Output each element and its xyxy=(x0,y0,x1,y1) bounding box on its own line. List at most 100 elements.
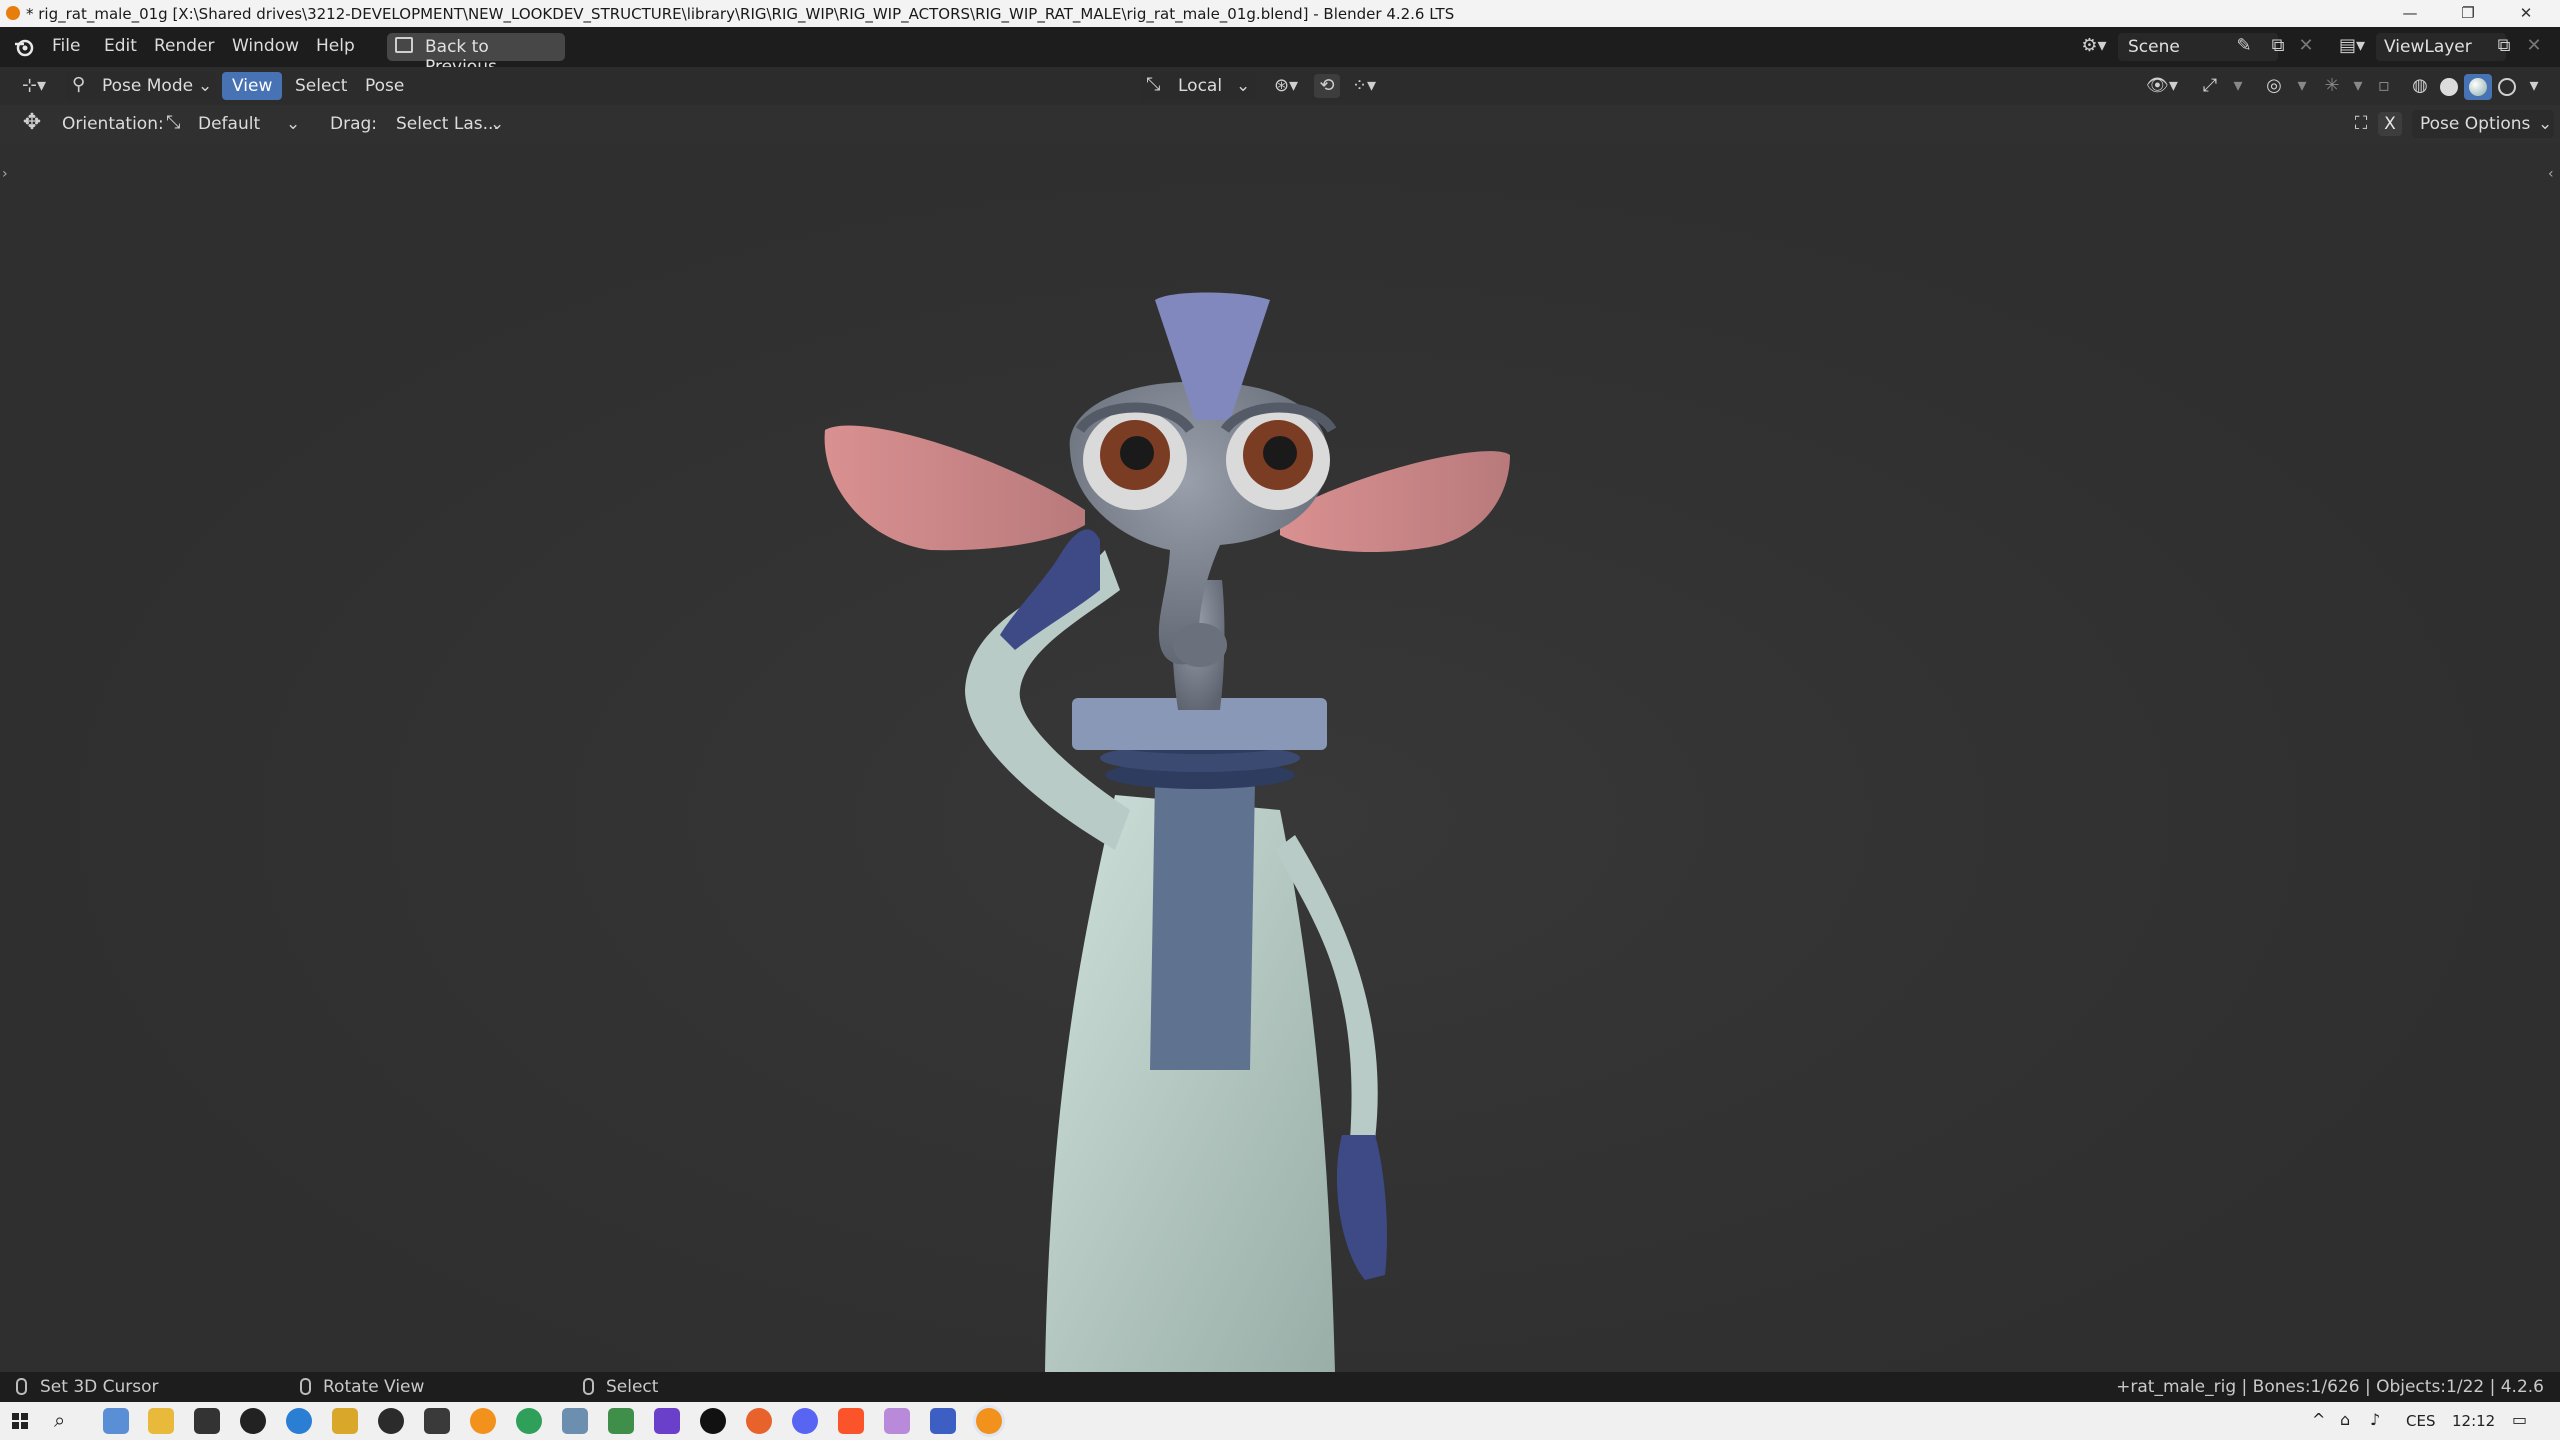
gizmo-dropdown-icon[interactable]: ▾ xyxy=(2226,74,2250,98)
taskbar-app-icon-14[interactable] xyxy=(700,1408,726,1434)
taskbar-app-icon-5[interactable] xyxy=(286,1408,312,1434)
menu-file[interactable]: File xyxy=(52,36,80,56)
pose-mode-icon: ⚲ xyxy=(72,74,86,95)
blender-logo-icon[interactable] xyxy=(14,37,34,57)
viewport-header: ⊹▾ ⚲ Pose Mode ⌄ View Select Pose ⤡ Loca… xyxy=(0,67,2560,105)
taskbar-app-icon-3[interactable] xyxy=(194,1408,220,1434)
tray-chevron-up-icon[interactable]: ^ xyxy=(2312,1410,2325,1429)
wireframe-shading-icon[interactable]: ◍ xyxy=(2406,74,2434,98)
clock[interactable]: 12:12 xyxy=(2452,1412,2495,1430)
drag-dropdown[interactable]: Select Las... ⌄ xyxy=(388,110,508,138)
gizmo-icon[interactable]: ⤢ xyxy=(2196,74,2224,98)
window-title-bar: * rig_rat_male_01g [X:\Shared drives\321… xyxy=(0,0,2560,27)
taskbar-app-icon-4[interactable] xyxy=(240,1408,266,1434)
blender-top-bar: File Edit Render Window Help Back to Pre… xyxy=(0,27,2560,77)
scene-browse-icon[interactable]: ⚙▾ xyxy=(2074,34,2114,58)
scene-label: Scene xyxy=(2128,37,2180,57)
status-set-3d-cursor: Set 3D Cursor xyxy=(40,1377,159,1397)
taskbar-app-icon-10[interactable] xyxy=(516,1408,542,1434)
taskbar-app-icon-11[interactable] xyxy=(562,1408,588,1434)
new-viewlayer-icon[interactable]: ⧉ xyxy=(2492,34,2516,58)
pin-scene-icon[interactable]: ✎ xyxy=(2232,34,2256,58)
xray-toggle-icon[interactable]: ▫ xyxy=(2370,74,2398,98)
viewlayer-label: ViewLayer xyxy=(2384,37,2472,57)
taskbar-app-icon-12[interactable] xyxy=(608,1408,634,1434)
windows-taskbar: ⌕ ^ ⌂ ♪ CES 12:12 ▭ xyxy=(0,1402,2560,1440)
firefox-icon[interactable] xyxy=(746,1408,772,1434)
new-scene-icon[interactable]: ⧉ xyxy=(2266,34,2290,58)
brave-icon[interactable] xyxy=(838,1408,864,1434)
taskbar-app-icon-1[interactable] xyxy=(103,1408,129,1434)
status-rotate-view: Rotate View xyxy=(323,1377,425,1397)
volume-icon[interactable]: ♪ xyxy=(2370,1410,2380,1429)
input-language[interactable]: CES xyxy=(2406,1412,2435,1430)
restore-button[interactable]: ❐ xyxy=(2448,2,2488,24)
back-icon xyxy=(395,37,413,53)
minimize-button[interactable]: — xyxy=(2390,2,2430,24)
pose-options-label: Pose Options xyxy=(2420,114,2531,134)
toolbar-expand-arrow-icon[interactable]: › xyxy=(2,166,8,182)
notifications-icon[interactable]: ▭ xyxy=(2512,1410,2527,1429)
move-tool-icon[interactable]: ✥ xyxy=(18,111,46,135)
mode-label: Pose Mode xyxy=(102,76,194,96)
solid-shading-icon[interactable] xyxy=(2440,78,2458,96)
material-preview-shading-icon[interactable] xyxy=(2464,74,2492,100)
mode-selector[interactable]: ⚲ Pose Mode ⌄ xyxy=(66,72,216,100)
editor-type-icon[interactable]: ⊹▾ xyxy=(14,74,54,98)
visibility-icon[interactable]: 👁▾ xyxy=(2140,74,2184,98)
menu-help[interactable]: Help xyxy=(316,36,355,56)
tool-settings-header: ✥ Orientation: ⤡ Default ⌄ Drag: Select … xyxy=(0,105,2560,143)
search-icon[interactable]: ⌕ xyxy=(54,1408,65,1432)
chevron-down-icon: ⌄ xyxy=(1236,76,1251,96)
menu-window[interactable]: Window xyxy=(232,36,299,56)
menu-view[interactable]: View xyxy=(232,76,272,96)
file-explorer-icon[interactable] xyxy=(148,1408,174,1434)
mirror-pose-icon[interactable]: ⛶ xyxy=(2348,112,2374,136)
taskbar-app-icon-19[interactable] xyxy=(930,1408,956,1434)
overlays-icon[interactable]: ◎ xyxy=(2260,74,2288,98)
close-window-button[interactable]: ✕ xyxy=(2506,2,2546,24)
taskbar-app-icon-13[interactable] xyxy=(654,1408,680,1434)
status-select: Select xyxy=(606,1377,659,1397)
transform-orientation-dropdown[interactable]: ⤡ Local ⌄ xyxy=(1140,72,1256,100)
chevron-down-icon: ⌄ xyxy=(2538,114,2553,134)
overlays-dropdown-icon[interactable]: ▾ xyxy=(2290,74,2314,98)
pivot-point-icon[interactable]: ⊛▾ xyxy=(1266,74,1306,98)
sidebar-expand-arrow-icon[interactable]: ‹ xyxy=(2548,166,2554,182)
viewlayer-field[interactable]: ViewLayer xyxy=(2376,33,2506,61)
orientation-dropdown[interactable]: ⤡ Default ⌄ xyxy=(162,110,304,138)
back-to-previous-button[interactable]: Back to Previous xyxy=(387,33,565,77)
orientation-label: Orientation: xyxy=(62,114,164,134)
discord-icon[interactable] xyxy=(792,1408,818,1434)
taskbar-blender-icon[interactable] xyxy=(470,1408,496,1434)
bone-overlay-dropdown-icon[interactable]: ▾ xyxy=(2346,74,2370,98)
network-icon[interactable]: ⌂ xyxy=(2340,1410,2350,1429)
orientation-value: Default xyxy=(198,114,261,134)
taskbar-app-icon-6[interactable] xyxy=(332,1408,358,1434)
drag-value: Select Las... xyxy=(396,114,499,134)
mouse-right-icon xyxy=(583,1378,594,1395)
menu-edit[interactable]: Edit xyxy=(104,36,137,56)
menu-pose[interactable]: Pose xyxy=(365,76,404,96)
menu-select[interactable]: Select xyxy=(295,76,347,96)
taskbar-blender-active-icon[interactable] xyxy=(976,1408,1002,1434)
taskbar-app-icon-18[interactable] xyxy=(884,1408,910,1434)
viewlayer-browse-icon[interactable]: ▤▾ xyxy=(2332,34,2372,58)
snap-toggle-icon[interactable]: ⟲ xyxy=(1314,74,1340,98)
taskbar-app-icon-8[interactable] xyxy=(424,1408,450,1434)
menu-view-bg[interactable]: View xyxy=(222,72,282,100)
drag-label: Drag: xyxy=(330,114,378,134)
shading-dropdown-icon[interactable]: ▾ xyxy=(2522,74,2546,98)
status-bar: Set 3D Cursor Rotate View Select +rat_ma… xyxy=(0,1372,2560,1402)
taskbar-app-icon-7[interactable] xyxy=(378,1408,404,1434)
bone-overlay-icon[interactable]: ✳ xyxy=(2318,74,2346,98)
windows-start-icon[interactable] xyxy=(12,1413,28,1429)
x-mirror-toggle[interactable]: X xyxy=(2378,112,2402,136)
delete-viewlayer-icon[interactable]: ✕ xyxy=(2522,34,2546,58)
menu-render[interactable]: Render xyxy=(154,36,215,56)
snap-settings-icon[interactable]: ⁘▾ xyxy=(1344,74,1384,98)
chevron-down-icon: ⌄ xyxy=(490,114,505,134)
rendered-shading-icon[interactable] xyxy=(2498,78,2516,96)
pose-options-dropdown[interactable]: Pose Options ⌄ xyxy=(2412,110,2554,138)
delete-scene-icon[interactable]: ✕ xyxy=(2294,34,2318,58)
